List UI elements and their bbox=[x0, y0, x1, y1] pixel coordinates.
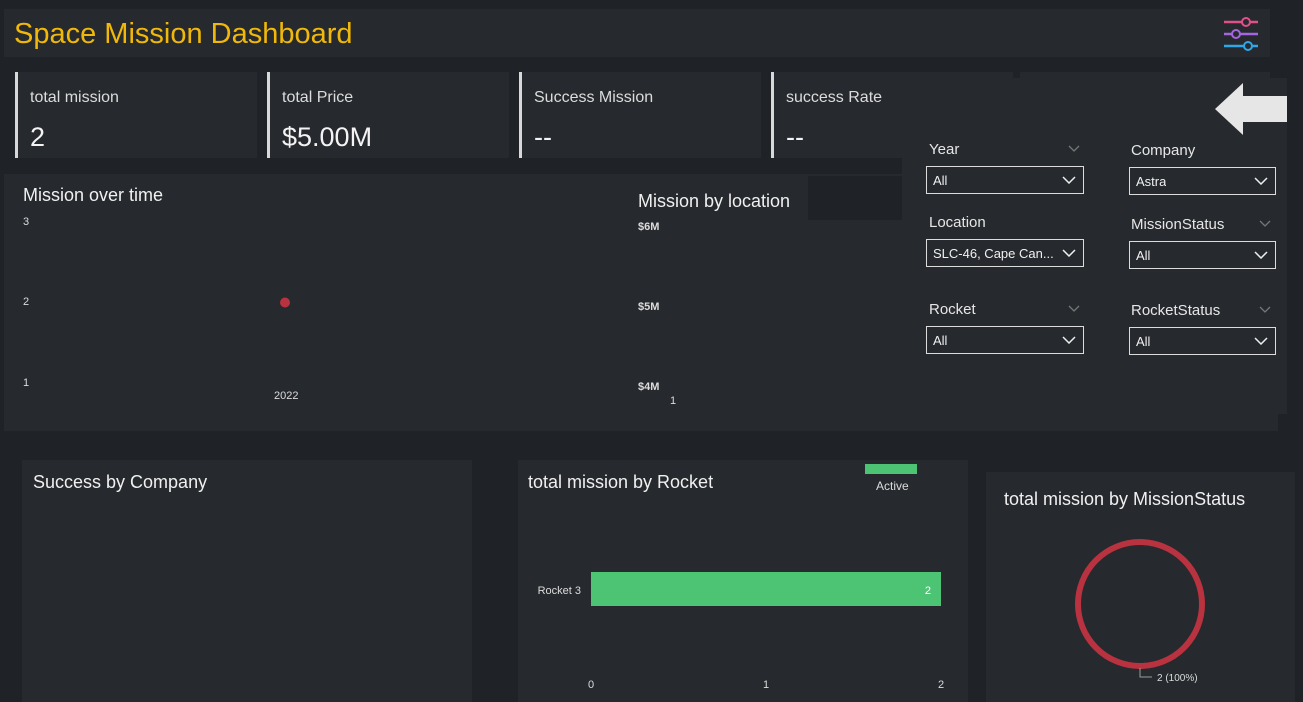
slicer-value: Astra bbox=[1136, 174, 1167, 189]
chevron-down-icon[interactable] bbox=[1259, 306, 1271, 313]
slicer-value: All bbox=[1136, 248, 1151, 263]
slicer-value: All bbox=[933, 333, 948, 348]
x-tick: 0 bbox=[588, 679, 594, 691]
leader-line bbox=[1139, 668, 1152, 678]
slicer-value: SLC-46, Cape Can... bbox=[933, 246, 1054, 261]
data-point bbox=[280, 297, 290, 308]
visual-header-overlay bbox=[808, 176, 908, 220]
kpi-value: 2 bbox=[30, 122, 46, 152]
slicer-rocket-status-dropdown[interactable]: All bbox=[1129, 327, 1276, 355]
mission-by-location-title: Mission by location bbox=[638, 191, 791, 211]
kpi-value: $5.00M bbox=[282, 122, 373, 152]
chevron-down-icon bbox=[1254, 251, 1268, 259]
mission-by-rocket-panel: total mission by Rocket Active Rocket 32… bbox=[518, 460, 968, 702]
slicer-label-year: Year bbox=[929, 141, 960, 158]
chevron-down-icon bbox=[1254, 337, 1268, 345]
bar bbox=[591, 572, 941, 606]
kpi-value: -- bbox=[786, 122, 804, 152]
kpi-label: success Rate bbox=[786, 89, 883, 106]
slicer-label-company: Company bbox=[1131, 142, 1196, 159]
x-tick: 1 bbox=[763, 679, 769, 691]
slicer-company-dropdown[interactable]: Astra bbox=[1129, 167, 1276, 195]
slicer-location-dropdown[interactable]: SLC-46, Cape Can... bbox=[926, 239, 1084, 267]
kpi-value: -- bbox=[534, 122, 552, 152]
category-label: Rocket 3 bbox=[538, 585, 581, 597]
kpi-card-success-mission: Success Mission -- bbox=[519, 72, 761, 158]
dashboard-header: Space Mission Dashboard bbox=[4, 9, 1270, 57]
mission-over-time-plot bbox=[280, 297, 290, 308]
slicer-value: All bbox=[1136, 334, 1151, 349]
chevron-down-icon bbox=[1254, 177, 1268, 185]
x-tick: 1 bbox=[670, 395, 677, 407]
slicer-label-rocket: Rocket bbox=[929, 301, 976, 318]
success-by-company-panel: Success by Company bbox=[22, 460, 472, 702]
filter-sliders-icon[interactable] bbox=[1222, 14, 1260, 54]
kpi-label: Success Mission bbox=[534, 89, 654, 106]
donut-slice bbox=[1075, 539, 1205, 669]
mission-by-status-panel: total mission by MissionStatus 2 (100%) bbox=[986, 472, 1295, 702]
chevron-down-icon[interactable] bbox=[1068, 145, 1080, 152]
chevron-down-icon[interactable] bbox=[1068, 305, 1080, 312]
slicer-mission-status-dropdown[interactable]: All bbox=[1129, 241, 1276, 269]
y-tick: $5M bbox=[638, 301, 660, 313]
page-title: Space Mission Dashboard bbox=[14, 18, 353, 50]
slicer-label-location: Location bbox=[929, 214, 986, 231]
slicer-label-rocket-status: RocketStatus bbox=[1131, 302, 1221, 319]
filter-pane: Year All Company Astra Location SLC-46, … bbox=[902, 78, 1287, 414]
data-label: 2 (100%) bbox=[1157, 673, 1198, 684]
slicer-value: All bbox=[933, 173, 948, 188]
data-label: 2 bbox=[925, 585, 931, 597]
success-by-company-title: Success by Company bbox=[33, 472, 208, 492]
y-tick: $4M bbox=[638, 381, 660, 393]
y-tick: $6M bbox=[638, 221, 660, 233]
slicer-year-dropdown[interactable]: All bbox=[926, 166, 1084, 194]
mission-by-rocket-plot: Rocket 3 2 0 1 2 bbox=[538, 572, 944, 691]
slicer-rocket-dropdown[interactable]: All bbox=[926, 326, 1084, 354]
x-tick: 2 bbox=[938, 679, 944, 691]
kpi-label: total Price bbox=[282, 89, 354, 106]
mission-by-status-plot: 2 (100%) bbox=[1075, 539, 1205, 684]
kpi-label: total mission bbox=[30, 89, 119, 106]
back-arrow-icon[interactable] bbox=[1215, 81, 1287, 137]
slicer-label-mission-status: MissionStatus bbox=[1131, 216, 1225, 233]
chevron-down-icon bbox=[1062, 249, 1076, 257]
chevron-down-icon bbox=[1062, 176, 1076, 184]
kpi-card-total-mission: total mission 2 bbox=[15, 72, 257, 158]
chevron-down-icon bbox=[1062, 336, 1076, 344]
chevron-down-icon[interactable] bbox=[1259, 220, 1271, 227]
kpi-card-total-price: total Price $5.00M bbox=[267, 72, 509, 158]
